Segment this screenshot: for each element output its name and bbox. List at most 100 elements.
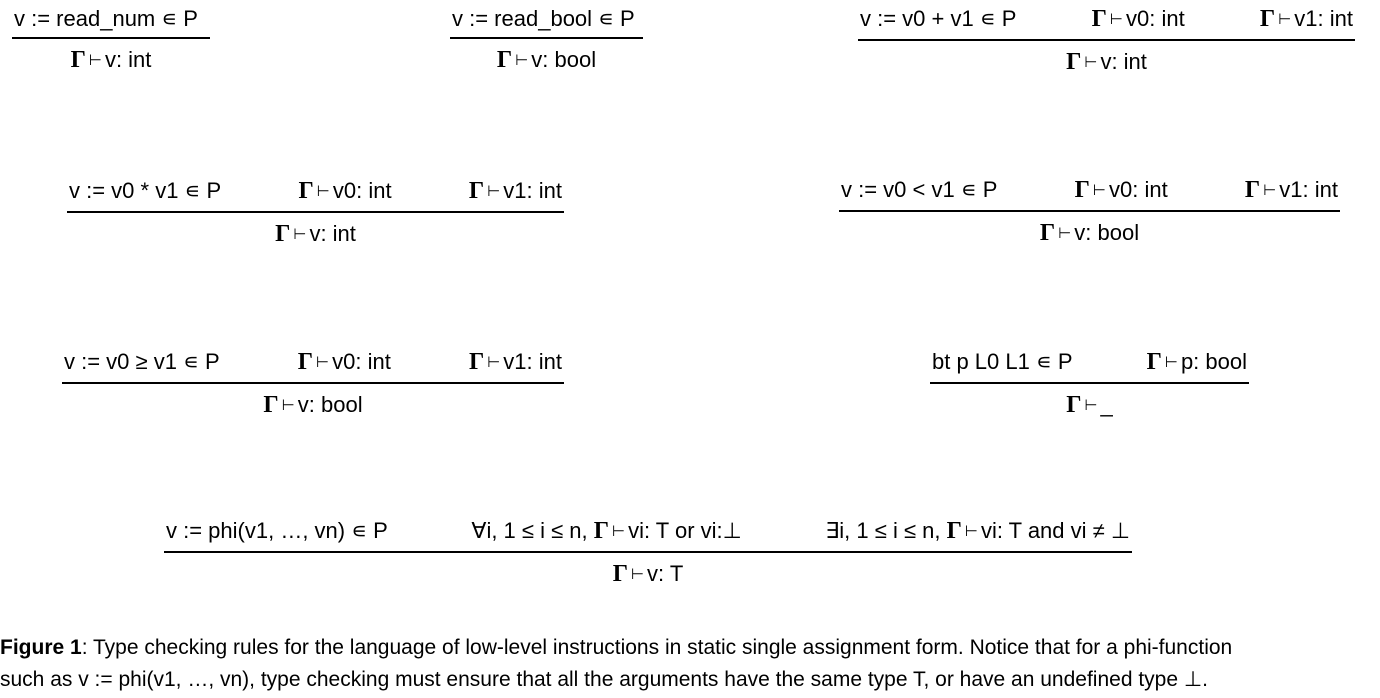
rule-premise: Γ ⊢ v1: int [1245, 177, 1338, 205]
premise-judgment: vi: T or vi:⊥ [628, 518, 742, 543]
conclusion-judgment: v: bool [1074, 220, 1140, 245]
inference-rule-greater-equal: v := v0 ≥ v1 ∊ P Γ ⊢ v0: int Γ ⊢ v1: int Γ ⊢ v… [62, 349, 564, 420]
conclusion-judgment: v: int [1100, 49, 1147, 74]
gamma-symbol: Γ [496, 47, 513, 73]
turnstile-symbol: ⊢ [1084, 53, 1098, 71]
turnstile-symbol: ⊢ [316, 353, 330, 371]
rule-premises: v := v0 ≥ v1 ∊ P Γ ⊢ v0: int Γ ⊢ v1: int [62, 349, 564, 382]
gamma-symbol: Γ [1146, 349, 1162, 375]
conclusion-judgment: v: int [309, 221, 356, 246]
gamma-symbol: Γ [1091, 6, 1107, 32]
gamma-symbol: Γ [1039, 220, 1056, 246]
gamma-symbol: Γ [468, 178, 485, 204]
gamma-symbol: Γ [1066, 392, 1082, 418]
rule-premise: v := read_num ∊ P [14, 6, 198, 31]
gamma-symbol: Γ [1244, 177, 1261, 203]
turnstile-symbol: ⊢ [316, 182, 330, 200]
rule-premise: Γ ⊢ v0: int [1092, 6, 1185, 34]
rule-premise: Γ ⊢ v1: int [469, 178, 562, 206]
premise-quantifier: ∀i, 1 ≤ i ≤ n, [471, 518, 594, 543]
rule-conclusion: Γ ⊢ v: bool [62, 384, 564, 420]
gamma-symbol: Γ [297, 349, 314, 375]
rule-premises: v := phi(v1, …, vn) ∊ P ∀i, 1 ≤ i ≤ n, Γ… [164, 518, 1132, 551]
premise-judgment: v1: int [1279, 177, 1338, 202]
gamma-symbol: Γ [70, 47, 86, 73]
rule-premises: v := read_bool ∊ P [450, 6, 643, 37]
inference-rule-phi: v := phi(v1, …, vn) ∊ P ∀i, 1 ≤ i ≤ n, Γ… [164, 518, 1132, 589]
rule-premises: v := read_num ∊ P [12, 6, 210, 37]
rule-premise: v := phi(v1, …, vn) ∊ P [166, 518, 388, 543]
premise-judgment: vi: T and vi ≠ ⊥ [980, 518, 1130, 543]
rule-premise: Γ ⊢ v1: int [1260, 6, 1353, 34]
gamma-symbol: Γ [1066, 49, 1082, 75]
premise-quantifier: ∃i, 1 ≤ i ≤ n, [825, 518, 947, 543]
rule-premise: v := v0 < v1 ∊ P [841, 177, 998, 202]
rule-premise: Γ ⊢ p: bool [1147, 349, 1247, 377]
turnstile-symbol: ⊢ [281, 396, 295, 414]
rule-premises: v := v0 + v1 ∊ P Γ ⊢ v0: int Γ ⊢ v1: int [858, 6, 1355, 39]
inference-rule-read-num: v := read_num ∊ P Γ ⊢ v: int [12, 6, 210, 75]
premise-judgment: v1: int [1294, 6, 1353, 31]
rule-premise: Γ ⊢ v0: int [1075, 177, 1168, 205]
rule-premises: v := v0 * v1 ∊ P Γ ⊢ v0: int Γ ⊢ v1: int [67, 178, 564, 211]
caption-line-1: Figure 1: Type checking rules for the la… [0, 632, 1380, 664]
rule-premises: bt p L0 L1 ∊ P Γ ⊢ p: bool [930, 349, 1249, 382]
turnstile-symbol: ⊢ [1058, 224, 1072, 242]
gamma-symbol: Γ [612, 561, 628, 587]
rule-premise: v := v0 * v1 ∊ P [69, 178, 222, 203]
caption-text-1: : Type checking rules for the language o… [81, 636, 1233, 659]
premise-judgment: v1: int [503, 349, 562, 374]
conclusion-judgment: v: bool [531, 47, 597, 72]
turnstile-symbol: ⊢ [88, 51, 102, 69]
rule-premise: Γ ⊢ v0: int [299, 178, 392, 206]
figure-label: Figure 1 [0, 636, 82, 659]
inference-rule-mul: v := v0 * v1 ∊ P Γ ⊢ v0: int Γ ⊢ v1: int Γ ⊢ v… [67, 178, 564, 249]
turnstile-symbol: ⊢ [1263, 181, 1277, 199]
turnstile-symbol: ⊢ [487, 353, 501, 371]
turnstile-symbol: ⊢ [1092, 181, 1106, 199]
rule-premise: ∃i, 1 ≤ i ≤ n, Γ ⊢ vi: T and vi ≠ ⊥ [825, 518, 1130, 546]
turnstile-symbol: ⊢ [487, 182, 501, 200]
inference-rule-less-than: v := v0 < v1 ∊ P Γ ⊢ v0: int Γ ⊢ v1: int Γ ⊢ v… [839, 177, 1340, 248]
conclusion-judgment: v: int [104, 47, 152, 72]
gamma-symbol: Γ [1259, 6, 1276, 32]
turnstile-symbol: ⊢ [612, 522, 626, 540]
rule-premise: v := v0 + v1 ∊ P [860, 6, 1017, 31]
gamma-symbol: Γ [275, 221, 291, 247]
gamma-symbol: Γ [1074, 177, 1090, 203]
inference-rule-add: v := v0 + v1 ∊ P Γ ⊢ v0: int Γ ⊢ v1: int Γ ⊢ v… [858, 6, 1355, 77]
inference-rule-read-bool: v := read_bool ∊ P Γ ⊢ v: bool [450, 6, 643, 75]
conclusion-judgment: v: bool [297, 392, 363, 417]
premise-judgment: v1: int [503, 178, 562, 203]
rule-premise: Γ ⊢ v1: int [469, 349, 562, 377]
rule-premise: ∀i, 1 ≤ i ≤ n, Γ ⊢ vi: T or vi:⊥ [471, 518, 741, 546]
premise-judgment: v0: int [1126, 6, 1185, 31]
gamma-symbol: Γ [593, 518, 610, 544]
turnstile-symbol: ⊢ [293, 225, 307, 243]
turnstile-symbol: ⊢ [1109, 10, 1123, 28]
gamma-symbol: Γ [298, 178, 314, 204]
premise-judgment: v0: int [332, 349, 391, 374]
premise-judgment: v0: int [1109, 177, 1168, 202]
turnstile-symbol: ⊢ [630, 565, 645, 583]
rule-conclusion: Γ ⊢ v: int [858, 41, 1355, 77]
rule-premise: v := v0 ≥ v1 ∊ P [64, 349, 220, 374]
rule-premise: Γ ⊢ v0: int [298, 349, 391, 377]
rule-conclusion: Γ ⊢ _ [930, 384, 1249, 420]
rule-conclusion: Γ ⊢ v: int [67, 213, 564, 249]
rule-conclusion: Γ ⊢ v: int [12, 39, 210, 75]
premise-judgment: p: bool [1180, 349, 1247, 374]
turnstile-symbol: ⊢ [1084, 396, 1098, 414]
gamma-symbol: Γ [263, 392, 279, 418]
rule-conclusion: Γ ⊢ v: bool [839, 212, 1340, 248]
rule-conclusion: Γ ⊢ v: bool [450, 39, 643, 75]
rule-premises: v := v0 < v1 ∊ P Γ ⊢ v0: int Γ ⊢ v1: int [839, 177, 1340, 210]
conclusion-judgment: v: T [647, 561, 684, 586]
inference-rule-branch: bt p L0 L1 ∊ P Γ ⊢ p: bool Γ ⊢ _ [930, 349, 1249, 420]
rule-premise: v := read_bool ∊ P [452, 6, 635, 31]
turnstile-symbol: ⊢ [1278, 10, 1292, 28]
turnstile-symbol: ⊢ [515, 51, 529, 69]
figure-caption: Figure 1: Type checking rules for the la… [0, 632, 1380, 696]
gamma-symbol: Γ [946, 518, 962, 544]
rule-conclusion: Γ ⊢ v: T [164, 553, 1132, 589]
